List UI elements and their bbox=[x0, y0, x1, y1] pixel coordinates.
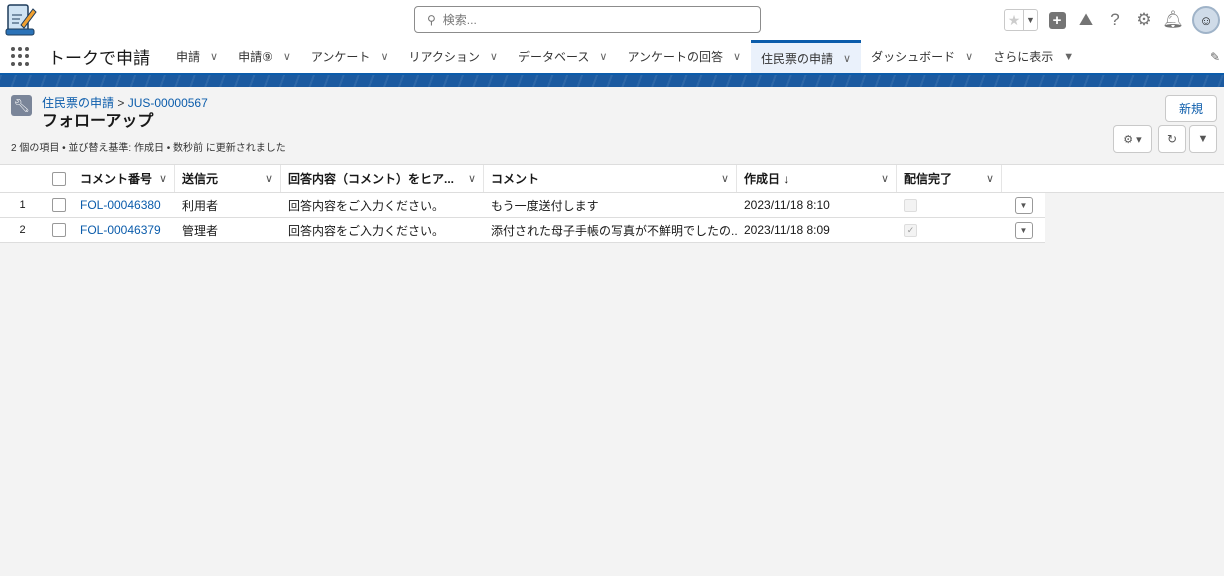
gear-icon[interactable]: ⚙ bbox=[1134, 10, 1154, 30]
tab-survey-answers[interactable]: アンケートの回答 ∨ bbox=[617, 40, 751, 73]
select-all-checkbox[interactable] bbox=[52, 171, 66, 186]
tab-database[interactable]: データベース ∨ bbox=[508, 40, 617, 73]
app-logo-icon bbox=[5, 4, 37, 36]
chevron-down-icon[interactable]: ∨ bbox=[965, 50, 973, 63]
favorites-button[interactable]: ★ ▼ bbox=[1004, 9, 1038, 31]
gear-icon: ⚙ ▾ bbox=[1123, 133, 1142, 146]
row-checkbox[interactable] bbox=[52, 198, 66, 212]
row-checkbox[interactable] bbox=[52, 223, 66, 237]
column-header-delivered[interactable]: 配信完了 ∨ bbox=[897, 165, 1002, 192]
chevron-down-icon[interactable]: ∨ bbox=[721, 172, 729, 185]
tab-resident-application[interactable]: 住民票の申請 ∨ bbox=[751, 40, 862, 73]
help-icon[interactable]: ? bbox=[1105, 10, 1125, 30]
chevron-down-icon[interactable]: ∨ bbox=[843, 52, 851, 65]
chevron-down-icon[interactable]: ∨ bbox=[986, 172, 994, 185]
chevron-down-icon[interactable]: ∨ bbox=[733, 50, 741, 63]
bell-icon[interactable]: 🔔︎ bbox=[1162, 10, 1184, 30]
list-settings-button[interactable]: ⚙ ▾ bbox=[1113, 125, 1152, 153]
table-header: コメント番号 ∨ 送信元 ∨ 回答内容（コメント）をヒア... ∨ コメント ∨ 作成日… bbox=[0, 164, 1224, 193]
chevron-down-icon[interactable]: ∨ bbox=[265, 172, 273, 185]
tab-shinsei-9[interactable]: 申請⑨ ∨ bbox=[228, 40, 301, 73]
tab-more[interactable]: さらに表示 ▼ bbox=[983, 40, 1084, 73]
column-header-answer[interactable]: 回答内容（コメント）をヒア... ∨ bbox=[281, 165, 484, 192]
chevron-down-icon[interactable]: ∨ bbox=[159, 172, 167, 185]
app-nav: トークで申請 申請 ∨ 申請⑨ ∨ アンケート ∨ リアクション ∨ データベース ∨ ア… bbox=[0, 40, 1224, 73]
refresh-button[interactable]: ↻ bbox=[1158, 125, 1186, 153]
app-launcher-icon[interactable] bbox=[11, 46, 31, 67]
filter-icon: ▼ bbox=[1197, 133, 1209, 145]
list-summary: 2 個の項目 • 並び替え基準: 作成日 • 数秒前 に更新されました bbox=[11, 143, 286, 154]
table-row: 1 FOL-00046380 利用者 回答内容をご入力ください。 もう一度送付し… bbox=[0, 193, 1045, 218]
refresh-icon: ↻ bbox=[1166, 132, 1178, 146]
brand-band bbox=[0, 73, 1224, 87]
tab-reaction[interactable]: リアクション ∨ bbox=[399, 40, 508, 73]
global-header: ⚲ 検索... ★ ▼ + ⛰ ? ⚙ 🔔︎ ☺ bbox=[0, 0, 1224, 40]
star-icon: ★ bbox=[1007, 11, 1021, 28]
tab-shinsei[interactable]: 申請 ∨ bbox=[166, 40, 228, 73]
caret-down-icon: ▼ bbox=[1063, 50, 1075, 63]
tab-survey[interactable]: アンケート ∨ bbox=[301, 40, 399, 73]
page-title: フォローアップ bbox=[42, 113, 154, 130]
delivered-checkbox bbox=[904, 198, 917, 212]
chevron-down-icon[interactable]: ∨ bbox=[380, 50, 388, 63]
chevron-down-icon: ▼ bbox=[1023, 10, 1037, 30]
chevron-down-icon[interactable]: ∨ bbox=[210, 50, 218, 63]
app-name: トークで申請 bbox=[48, 49, 150, 68]
column-header-comment-number[interactable]: コメント番号 ∨ bbox=[73, 165, 175, 192]
avatar[interactable]: ☺ bbox=[1192, 6, 1220, 34]
delivered-checkbox-checked: ✓ bbox=[904, 223, 917, 237]
chevron-down-icon[interactable]: ∨ bbox=[881, 172, 889, 185]
record-link[interactable]: FOL-00046380 bbox=[73, 193, 175, 217]
chevron-down-icon[interactable]: ∨ bbox=[283, 50, 291, 63]
edit-nav-icon[interactable]: ✎ bbox=[1210, 50, 1220, 64]
wrench-icon: 🔧︎ bbox=[11, 95, 32, 116]
column-header-created[interactable]: 作成日 ↓ ∨ bbox=[737, 165, 897, 192]
table-row: 2 FOL-00046379 管理者 回答内容をご入力ください。 添付された母子… bbox=[0, 218, 1045, 243]
related-list-table: コメント番号 ∨ 送信元 ∨ 回答内容（コメント）をヒア... ∨ コメント ∨ 作成日… bbox=[0, 164, 1224, 243]
chevron-down-icon[interactable]: ∨ bbox=[490, 50, 498, 63]
new-button[interactable]: 新規 bbox=[1165, 95, 1217, 122]
column-header-comment[interactable]: コメント ∨ bbox=[484, 165, 737, 192]
add-icon[interactable]: + bbox=[1047, 10, 1067, 30]
tab-dashboard[interactable]: ダッシュボード ∨ bbox=[861, 40, 983, 73]
record-link[interactable]: FOL-00046379 bbox=[73, 218, 175, 242]
chevron-down-icon[interactable]: ∨ bbox=[599, 50, 607, 63]
row-actions-button[interactable]: ▼ bbox=[1014, 221, 1033, 239]
search-input[interactable]: ⚲ 検索... bbox=[414, 6, 761, 33]
row-actions-button[interactable]: ▼ bbox=[1014, 196, 1033, 214]
search-icon: ⚲ bbox=[427, 12, 436, 27]
trailhead-icon[interactable]: ⛰ bbox=[1076, 10, 1096, 30]
filter-button[interactable]: ▼ bbox=[1189, 125, 1217, 153]
chevron-down-icon[interactable]: ∨ bbox=[468, 172, 476, 185]
column-header-sender[interactable]: 送信元 ∨ bbox=[175, 165, 281, 192]
